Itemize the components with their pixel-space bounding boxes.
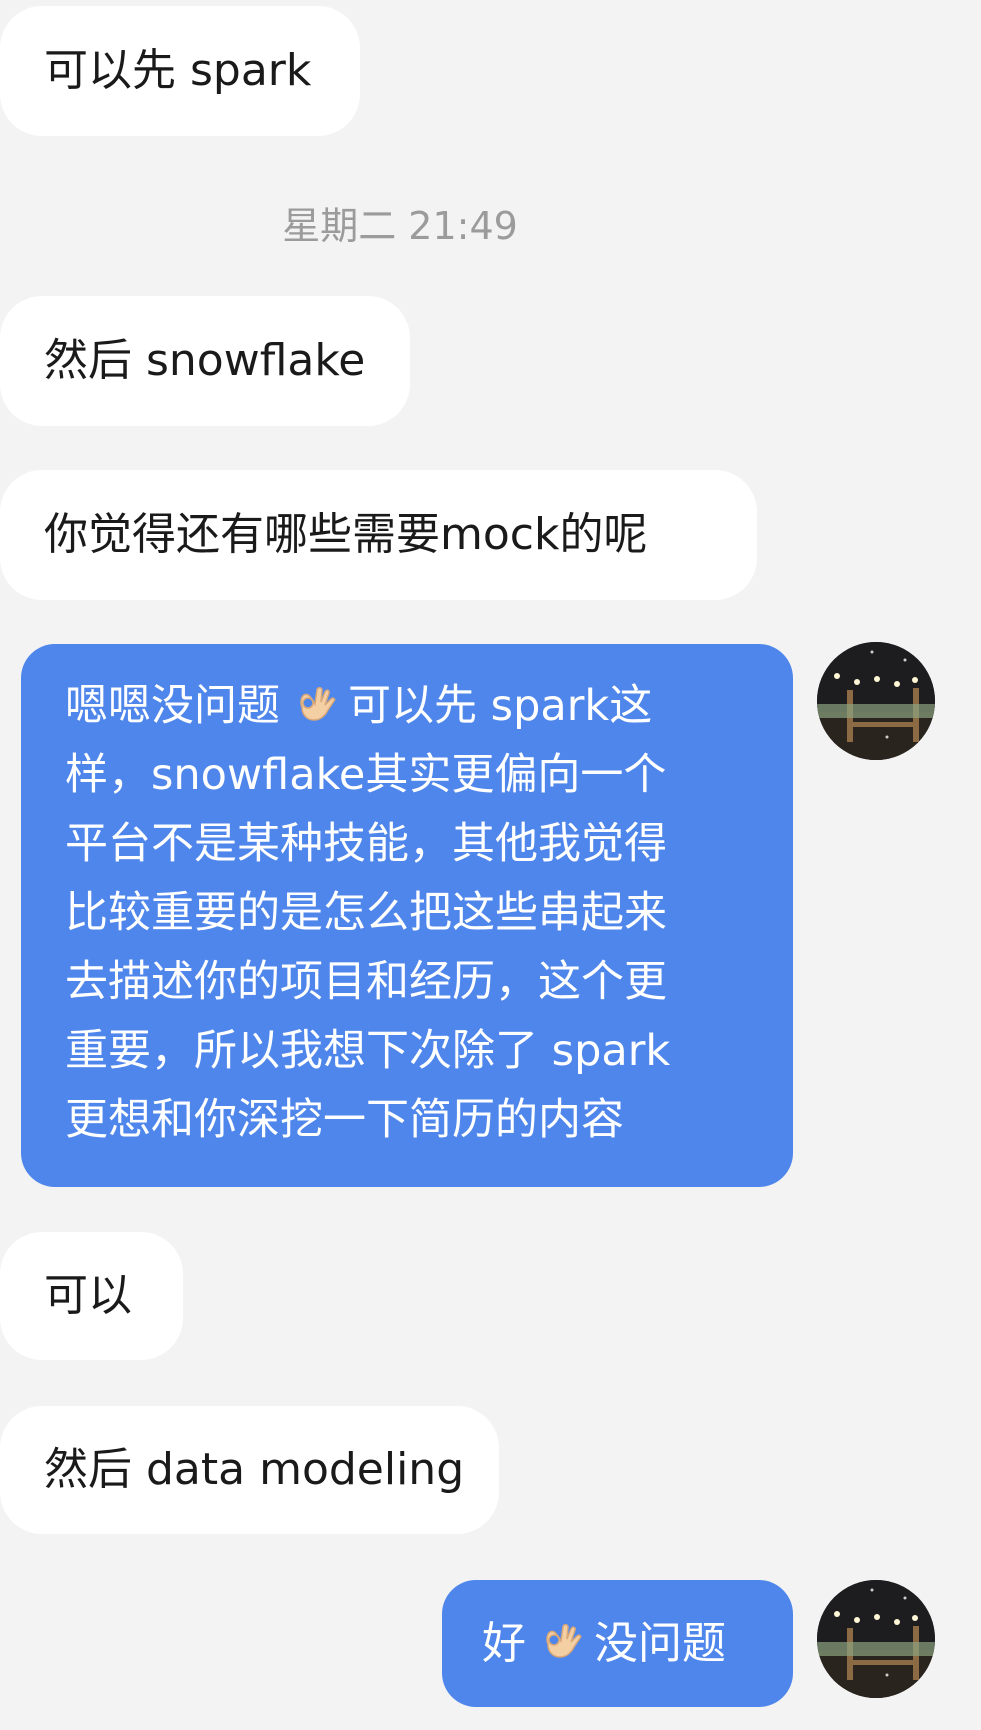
message-line: 平台不是某种技能，其他我觉得 xyxy=(65,819,667,869)
message-text: 然后 data modeling xyxy=(44,1444,465,1495)
message-text: 可以先 spark xyxy=(44,45,312,96)
message-text: 然后 snowflake xyxy=(44,335,366,386)
message-text: 可以 xyxy=(44,1270,132,1321)
timestamp-divider: 星期二 21:49 xyxy=(282,204,518,248)
outgoing-message-bubble[interactable]: 嗯嗯没问题 可以先 spark这 样，snowflake其实更偏向一个 平台不是… xyxy=(21,644,793,1187)
avatar[interactable] xyxy=(817,642,935,760)
message-text: 可以先 spark这 xyxy=(348,681,653,731)
message-line: 更想和你深挖一下简历的内容 xyxy=(65,1095,624,1145)
incoming-message-bubble[interactable]: 你觉得还有哪些需要mock的呢 xyxy=(0,470,757,600)
avatar[interactable] xyxy=(817,1580,935,1698)
message-line: 去描述你的项目和经历，这个更 xyxy=(65,957,667,1007)
ok-hand-icon xyxy=(288,679,340,731)
message-text: 好 xyxy=(482,1618,526,1669)
avatar-image xyxy=(817,642,935,760)
message-text: 你觉得还有哪些需要mock的呢 xyxy=(44,509,648,560)
incoming-message-bubble[interactable]: 可以先 spark xyxy=(0,6,360,136)
outgoing-message-bubble[interactable]: 好 没问题 xyxy=(442,1580,793,1707)
incoming-message-bubble[interactable]: 可以 xyxy=(0,1232,183,1360)
message-line: 样，snowflake其实更偏向一个 xyxy=(65,750,667,800)
message-text: 嗯嗯没问题 xyxy=(65,681,280,731)
message-line: 嗯嗯没问题 可以先 spark这 xyxy=(65,672,753,741)
avatar-image xyxy=(817,1580,935,1698)
message-text: 没问题 xyxy=(594,1618,726,1669)
incoming-message-bubble[interactable]: 然后 data modeling xyxy=(0,1406,499,1534)
incoming-message-bubble[interactable]: 然后 snowflake xyxy=(0,296,410,426)
ok-hand-icon xyxy=(534,1616,586,1668)
message-line: 比较重要的是怎么把这些串起来 xyxy=(65,888,667,938)
message-line: 重要，所以我想下次除了 spark xyxy=(65,1026,671,1076)
